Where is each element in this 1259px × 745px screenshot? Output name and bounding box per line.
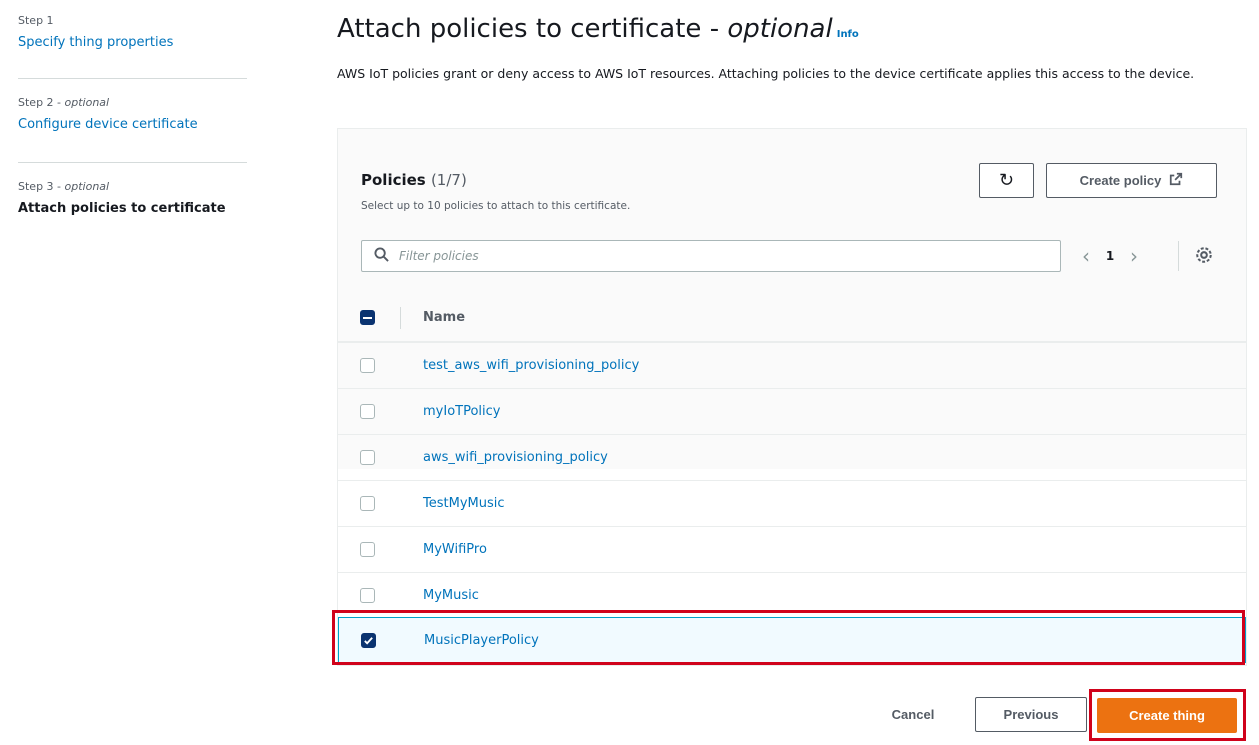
main-content: Attach policies to certificate - optiona…: [248, 0, 1259, 745]
row-checkbox-checked[interactable]: [361, 633, 376, 648]
table-row[interactable]: MyMusic: [338, 572, 1246, 618]
column-name-header[interactable]: Name: [423, 310, 465, 325]
table-row[interactable]: MyWifiPro: [338, 526, 1246, 572]
step-separator: [18, 78, 247, 79]
policies-count: (1/7): [430, 171, 467, 189]
previous-button[interactable]: Previous: [975, 697, 1087, 732]
chevron-left-icon[interactable]: ‹: [1075, 244, 1097, 268]
table-row[interactable]: TestMyMusic: [338, 480, 1246, 526]
table-row[interactable]: aws_wifi_provisioning_policy: [338, 434, 1246, 480]
policies-title: Policies (1/7): [361, 171, 467, 189]
row-checkbox[interactable]: [360, 496, 375, 511]
search-icon: [374, 246, 389, 266]
step-1-link[interactable]: Specify thing properties: [18, 35, 247, 50]
refresh-button[interactable]: ↻: [979, 163, 1034, 198]
column-divider: [400, 307, 401, 329]
table-row-selected[interactable]: MusicPlayerPolicy: [338, 617, 1246, 663]
cancel-button[interactable]: Cancel: [868, 697, 958, 732]
policy-name-link[interactable]: test_aws_wifi_provisioning_policy: [423, 358, 639, 373]
step-2-link[interactable]: Configure device certificate: [18, 117, 247, 132]
gear-icon[interactable]: [1195, 246, 1213, 269]
filter-policies-input[interactable]: [399, 249, 1039, 263]
select-all-checkbox[interactable]: [360, 310, 375, 325]
policy-name-link[interactable]: MyWifiPro: [423, 542, 487, 557]
table-header: Name: [338, 295, 1246, 342]
create-policy-button[interactable]: Create policy: [1046, 163, 1217, 198]
row-checkbox[interactable]: [360, 404, 375, 419]
table-row[interactable]: myIoTPolicy: [338, 388, 1246, 434]
checkmark-icon: [364, 637, 373, 645]
policy-name-link[interactable]: aws_wifi_provisioning_policy: [423, 450, 608, 465]
row-checkbox[interactable]: [360, 588, 375, 603]
create-thing-button[interactable]: Create thing: [1097, 698, 1237, 733]
refresh-icon: ↻: [998, 170, 1015, 190]
chevron-right-icon[interactable]: ›: [1123, 244, 1145, 268]
policy-name-link[interactable]: TestMyMusic: [423, 496, 505, 511]
policy-name-link[interactable]: myIoTPolicy: [423, 404, 500, 419]
step-2-label: Step 2 - optional: [18, 96, 110, 109]
policies-container: Policies (1/7) Select up to 10 policies …: [337, 128, 1247, 666]
table-row[interactable]: test_aws_wifi_provisioning_policy: [338, 342, 1246, 388]
pagination: ‹ 1 ›: [1075, 240, 1145, 272]
row-checkbox[interactable]: [360, 542, 375, 557]
page-title: Attach policies to certificate - optiona…: [337, 14, 859, 44]
step-3-label: Step 3 - optional: [18, 180, 110, 193]
pager-divider: [1178, 241, 1179, 271]
step-3: Step 3 - optional Attach policies to cer…: [18, 180, 247, 216]
filter-policies: [361, 240, 1061, 272]
external-link-icon: [1169, 172, 1183, 189]
step-separator: [18, 162, 247, 163]
step-1: Step 1 Specify thing properties: [18, 14, 247, 50]
info-link[interactable]: Info: [837, 29, 859, 40]
row-checkbox[interactable]: [360, 358, 375, 373]
step-2: Step 2 - optional Configure device certi…: [18, 96, 247, 132]
wizard-navigation: Step 1 Specify thing properties Step 2 -…: [0, 0, 248, 745]
policy-name-link[interactable]: MusicPlayerPolicy: [424, 633, 539, 648]
step-1-label: Step 1: [18, 14, 54, 27]
page-number[interactable]: 1: [1097, 249, 1123, 263]
policy-name-link[interactable]: MyMusic: [423, 588, 479, 603]
step-3-current: Attach policies to certificate: [18, 201, 226, 216]
row-checkbox[interactable]: [360, 450, 375, 465]
create-policy-label: Create policy: [1079, 173, 1162, 188]
page-description: AWS IoT policies grant or deny access to…: [337, 66, 1195, 81]
policies-description: Select up to 10 policies to attach to th…: [361, 200, 631, 212]
